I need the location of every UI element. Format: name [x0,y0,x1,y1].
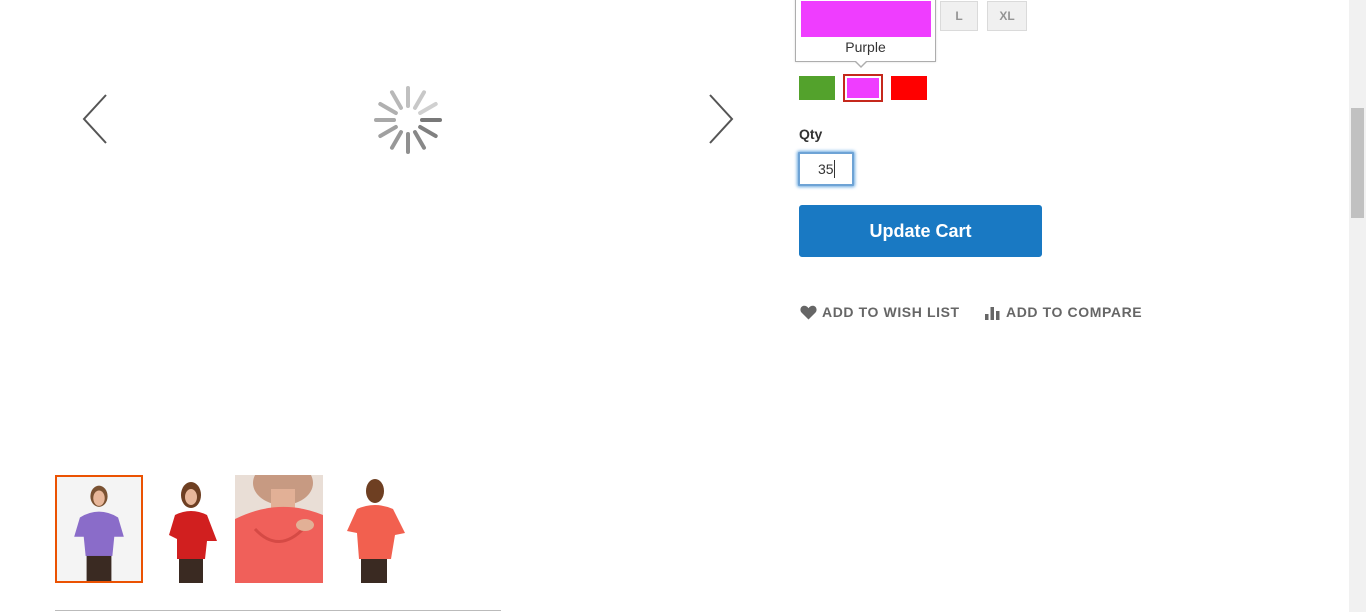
update-cart-button[interactable]: Update Cart [799,205,1042,257]
spinner-spoke [378,125,398,138]
chevron-left-icon[interactable] [78,92,112,146]
tooltip-color-preview [801,1,931,37]
product-gallery [0,0,780,612]
color-option-purple[interactable] [843,74,883,102]
heart-icon [800,305,817,319]
spinner-spoke [390,90,403,110]
thumbnail-red-front[interactable] [155,475,243,583]
color-option-green[interactable] [799,76,835,100]
wish-list-label: Add to Wish List [822,304,960,320]
thumbnail-coral-back[interactable] [335,475,423,583]
bar-chart-icon [985,306,1000,320]
color-swatch-tooltip: Purple [795,0,936,62]
tooltip-color-label: Purple [845,39,886,55]
spinner-spoke [390,130,403,150]
add-to-wish-list-link[interactable]: Add to Wish List [800,302,960,322]
color-option-purple-fill [847,78,879,98]
color-option-red[interactable] [891,76,927,100]
gallery-divider [55,610,501,611]
size-option-xl[interactable]: XL [987,1,1027,31]
chevron-right-icon[interactable] [704,92,738,146]
text-caret [834,160,835,178]
page-scrollbar[interactable] [1349,0,1366,612]
spinner-spoke [418,102,438,115]
loading-spinner-icon [372,84,444,156]
add-to-compare-link[interactable]: Add to Compare [984,302,1142,322]
scrollbar-thumb[interactable] [1351,108,1364,218]
spinner-spoke [413,130,426,150]
spinner-spoke [378,102,398,115]
qty-label: Qty [799,126,823,142]
thumbnail-purple-front[interactable] [55,475,143,583]
thumbnail-coral-closeup[interactable] [235,475,323,583]
size-option-l[interactable]: L [940,1,978,31]
tooltip-pointer-inner [855,60,867,66]
qty-input[interactable] [798,152,854,186]
compare-label: Add to Compare [1006,304,1143,320]
size-option-label: L [955,9,963,23]
spinner-spoke [413,90,426,110]
size-option-label: XL [999,9,1015,23]
spinner-spoke [418,125,438,138]
